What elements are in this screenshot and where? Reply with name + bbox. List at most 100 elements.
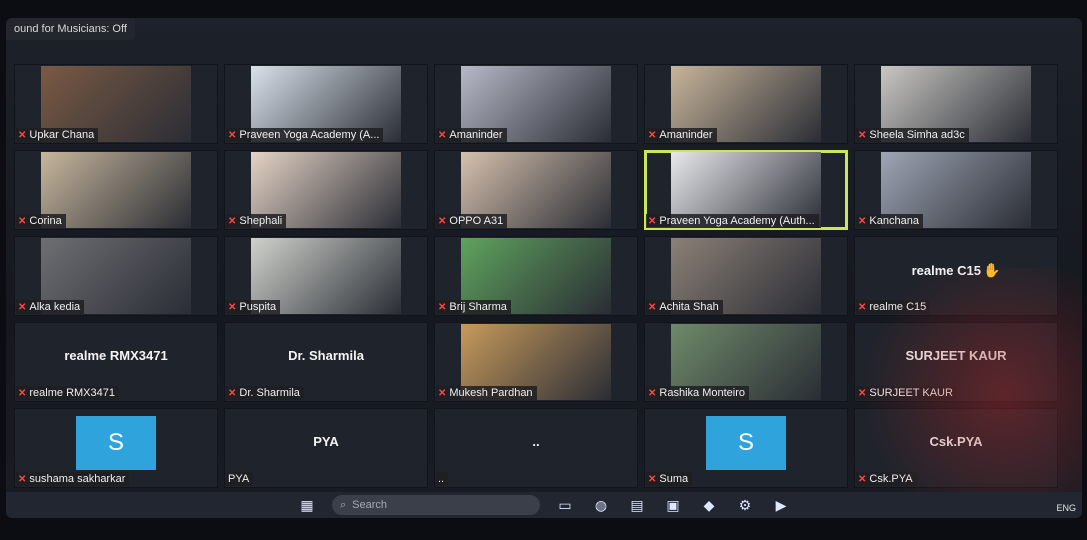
windows-start-icon[interactable]: ▦ [296,496,318,514]
language-indicator: ENG [1056,503,1076,513]
participant-name: Praveen Yoga Academy (A... [239,129,380,141]
participant-display-name: realme RMX3471 [14,348,218,363]
participant-name: Achita Shah [659,301,719,313]
muted-mic-icon: ✕ [438,387,447,399]
store-icon[interactable]: ▣ [662,496,684,514]
participant-name-tag: ✕ Csk.PYA [856,472,917,486]
sound-status-bar: ound for Musicians: Off [6,18,135,40]
muted-mic-icon: ✕ [858,215,867,227]
participant-tile[interactable]: SURJEET KAUR ✕ SURJEET KAUR [854,322,1058,402]
participant-name-tag: ✕ SURJEET KAUR [856,386,957,400]
participant-name: Upkar Chana [29,129,95,141]
muted-mic-icon: ✕ [228,387,237,399]
participant-name: realme RMX3471 [29,387,115,399]
muted-mic-icon: ✕ [648,387,657,399]
participant-tile[interactable]: Csk.PYA ✕ Csk.PYA [854,408,1058,488]
dropbox-icon[interactable]: ◆ [698,496,720,514]
raised-hand-icon: ✋ [982,262,1001,278]
participant-name: sushama sakharkar [29,473,126,485]
participant-tile[interactable]: ✕ Praveen Yoga Academy (A... [224,64,428,144]
zoom-screen: ound for Musicians: Off ✕ Upkar Chana ✕ Pra… [6,18,1082,518]
participant-name: Amaninder [659,129,713,141]
participant-tile[interactable]: ✕ Amaninder [644,64,848,144]
participant-name-tag: ✕ Brij Sharma [436,300,511,314]
participant-tile[interactable]: S ✕ Suma [644,408,848,488]
participant-display-name: Csk.PYA [854,434,1058,449]
participant-tile[interactable]: ✕ Corina [14,150,218,230]
participant-name-tag: ✕ Amaninder [646,128,717,142]
muted-mic-icon: ✕ [648,473,657,485]
muted-mic-icon: ✕ [18,215,27,227]
participant-name-tag: ✕ Praveen Yoga Academy (A... [226,128,384,142]
participant-avatar: S [706,416,786,470]
participant-name: OPPO A31 [449,215,504,227]
participant-display-name-text: realme C15 [911,263,981,278]
participant-tile[interactable]: ✕ Alka kedia [14,236,218,316]
participant-name: Corina [29,215,62,227]
folder-icon[interactable]: ▤ [626,496,648,514]
participant-tile[interactable]: ✕ Sheela Simha ad3c [854,64,1058,144]
participant-name: Alka kedia [29,301,81,313]
participant-tile[interactable]: ✕ Brij Sharma [434,236,638,316]
participant-name-tag: ✕ Amaninder [436,128,507,142]
participant-tile[interactable]: realme RMX3471 ✕ realme RMX3471 [14,322,218,402]
search-icon: ⌕ [340,498,347,511]
participant-avatar: S [76,416,156,470]
participant-tile[interactable]: realme C15 ✋ ✕ realme C15 [854,236,1058,316]
zoom-app-icon[interactable]: ▶ [770,496,792,514]
participant-name-tag: ✕ OPPO A31 [436,214,508,228]
participant-tile[interactable]: ✕ Mukesh Pardhan [434,322,638,402]
task-view-icon[interactable]: ▭ [554,496,576,514]
participant-display-name: realme C15 ✋ [854,262,1058,279]
participant-grid: ✕ Upkar Chana ✕ Praveen Yoga Academy (A... ✕… [14,64,1074,494]
participant-name-tag: ✕ Puspita [226,300,281,314]
participant-tile[interactable]: ✕ Kanchana [854,150,1058,230]
participant-tile[interactable]: ✕ Rashika Monteiro [644,322,848,402]
participant-name: realme C15 [869,301,927,313]
participant-name: Amaninder [449,129,503,141]
participant-name-tag: ✕ Upkar Chana [16,128,99,142]
participant-tile[interactable]: S ✕ sushama sakharkar [14,408,218,488]
muted-mic-icon: ✕ [858,129,867,141]
participant-name-tag: ✕ Alka kedia [16,300,85,314]
participant-display-name-text: realme RMX3471 [64,348,168,363]
muted-mic-icon: ✕ [438,129,447,141]
windows-taskbar: ▦ ⌕ Search ▭ ◍ ▤ ▣ ◆ ⚙ ▶ ENG [6,492,1082,518]
participant-tile[interactable]: ✕ Upkar Chana [14,64,218,144]
participant-tile[interactable]: ✕ OPPO A31 [434,150,638,230]
participant-display-name-text: .. [532,434,540,449]
participant-name: SURJEET KAUR [869,387,953,399]
participant-tile[interactable]: PYA PYA [224,408,428,488]
participant-display-name-text: Dr. Sharmila [288,348,364,363]
participant-display-name-text: PYA [313,434,339,449]
participant-name-tag: ✕ Corina [16,214,66,228]
participant-name-tag: ✕ sushama sakharkar [16,472,130,486]
participant-name-tag: ✕ Praveen Yoga Academy (Auth... [646,214,819,228]
participant-tile[interactable]: ✕ Amaninder [434,64,638,144]
participant-name-tag: .. [436,472,449,486]
participant-tile[interactable]: ✕ Achita Shah [644,236,848,316]
participant-name-tag: ✕ Sheela Simha ad3c [856,128,969,142]
participant-tile[interactable]: ✕ Shephali [224,150,428,230]
chat-icon[interactable]: ◍ [590,496,612,514]
taskbar-search[interactable]: ⌕ Search [332,495,540,515]
participant-name-tag: ✕ Suma [646,472,693,486]
participant-name: .. [438,473,445,485]
participant-tile[interactable]: Dr. Sharmila ✕ Dr. Sharmila [224,322,428,402]
participant-name: PYA [228,473,250,485]
participant-tile[interactable]: .... [434,408,638,488]
participant-name-tag: ✕ Rashika Monteiro [646,386,749,400]
muted-mic-icon: ✕ [18,473,27,485]
system-tray: ENG [1056,503,1076,513]
muted-mic-icon: ✕ [858,473,867,485]
participant-tile[interactable]: ✕ Puspita [224,236,428,316]
muted-mic-icon: ✕ [18,129,27,141]
participant-name-tag: ✕ realme RMX3471 [16,386,119,400]
muted-mic-icon: ✕ [228,215,237,227]
participant-display-name: PYA [224,434,428,449]
participant-name-tag: ✕ realme C15 [856,300,931,314]
muted-mic-icon: ✕ [858,301,867,313]
settings-icon[interactable]: ⚙ [734,496,756,514]
participant-name-tag: ✕ Mukesh Pardhan [436,386,537,400]
participant-tile[interactable]: ✕ Praveen Yoga Academy (Auth... [644,150,848,230]
